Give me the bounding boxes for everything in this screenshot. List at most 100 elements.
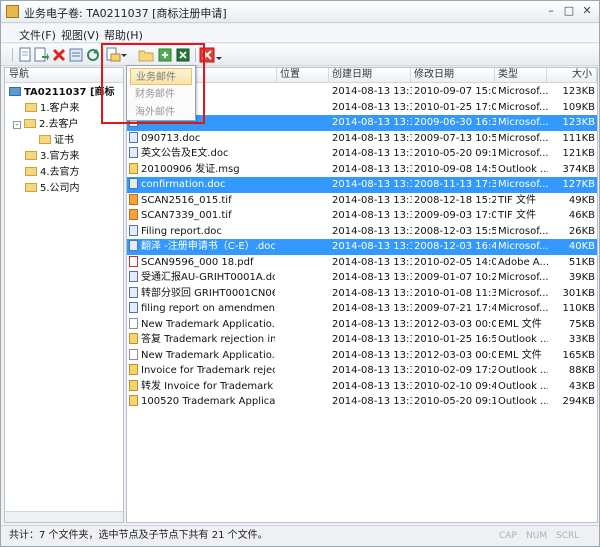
modified-cell: 2009-01-07 10:20 — [414, 272, 496, 283]
table-row[interactable]: New Trademark Applicatio... 2014-08-13 13… — [127, 348, 597, 364]
toolbar — [1, 44, 599, 66]
modified-cell: 2010-09-08 14:56 — [414, 163, 496, 175]
menu-help[interactable]: 帮助(H) — [104, 27, 143, 43]
table-row[interactable]: 100520 Trademark Applicat... 2014-08-13 1… — [127, 394, 597, 410]
folder-icon — [25, 151, 37, 160]
properties-icon[interactable] — [68, 47, 84, 63]
modified-cell: 2010-02-09 17:27 — [414, 365, 496, 376]
tree-item-2[interactable]: -2.去客户 — [13, 118, 79, 132]
folder-icon — [39, 135, 51, 144]
created-cell: 2014-08-13 13:31 — [332, 256, 412, 268]
refresh-icon[interactable] — [85, 47, 101, 63]
type-cell: Microsof... — [498, 272, 548, 283]
size-cell: 39KB — [568, 272, 595, 283]
tree-item-3[interactable]: 3.官方来 — [25, 150, 80, 164]
type-cell: TIF 文件 — [498, 194, 536, 206]
file-name-cell: Filing report.doc — [129, 224, 275, 240]
col-header-size[interactable]: 大小 — [547, 68, 597, 83]
file-doc-icon — [129, 147, 138, 158]
created-cell: 2014-08-13 13:31 — [332, 101, 412, 113]
table-row[interactable]: confirmation.doc 2014-08-13 13:312008-11-… — [127, 177, 597, 193]
tree-item-certificate[interactable]: 证书 — [39, 134, 74, 148]
file-msg-icon — [129, 333, 138, 344]
num-indicator: NUM — [526, 531, 548, 541]
table-row[interactable]: 受通汇报AU-GRIHT0001A.doc 2014-08-13 13:31200… — [127, 270, 597, 286]
file-msg-icon — [129, 364, 138, 375]
table-row[interactable]: Filing report.doc 2014-08-13 13:312008-12… — [127, 224, 597, 240]
created-cell: 2014-08-13 13:31 — [332, 210, 412, 221]
size-cell: 165KB — [562, 349, 595, 361]
toolbar-overflow-icon[interactable] — [215, 47, 223, 63]
folder-icon — [25, 167, 37, 176]
col-header-type[interactable]: 类型 — [495, 68, 547, 83]
close-button[interactable]: ✕ — [579, 4, 595, 19]
table-row[interactable]: filing report on amendment... 2014-08-13 … — [127, 301, 597, 317]
file-name-cell: New Trademark Applicatio... — [129, 348, 275, 364]
tree-root[interactable]: TA0211037 [商标 — [9, 86, 115, 100]
table-row[interactable]: 090713.doc 2014-08-13 13:312009-07-13 10:… — [127, 131, 597, 147]
type-cell: EML 文件 — [498, 349, 542, 361]
table-row[interactable]: SCAN2516_015.tif 2014-08-13 13:312008-12-… — [127, 193, 597, 209]
root-folder-icon — [9, 87, 21, 96]
minimize-button[interactable]: – — [543, 4, 559, 19]
modified-cell: 2012-03-03 00:01 — [414, 318, 496, 330]
horizontal-scrollbar[interactable] — [5, 511, 123, 522]
file-name-cell: SCAN2516_015.tif — [129, 193, 275, 209]
type-cell: Microsof... — [498, 117, 548, 128]
status-bar: 共计：7 个文件夹，选中节点及子节点下共有 21 个文件。 CAP NUM SC… — [1, 525, 599, 546]
tree-item-5[interactable]: 5.公司内 — [25, 182, 80, 196]
type-cell: Microsof... — [498, 225, 548, 237]
file-name-cell: SCAN7339_001.tif — [129, 208, 275, 224]
file-name-cell: confirmation.doc — [129, 177, 275, 193]
created-cell: 2014-08-13 13:31 — [332, 334, 412, 345]
table-row[interactable]: 转部分驳回 GRIHT0001CN06... 2014-08-13 13:3120… — [127, 286, 597, 302]
file-pdf-icon — [129, 255, 138, 267]
file-msg-icon — [129, 162, 138, 174]
menu-file[interactable]: 文件(F) — [19, 27, 56, 43]
table-row[interactable]: New Trademark Applicatio... 2014-08-13 13… — [127, 317, 597, 333]
tree-item-4[interactable]: 4.去官方 — [25, 166, 80, 180]
type-cell: TIF 文件 — [498, 210, 536, 221]
tree-item-1[interactable]: 1.客户来 — [25, 102, 80, 116]
modified-cell: 2012-03-03 00:01 — [414, 349, 496, 361]
table-row[interactable]: 英文公告及E文.doc 2014-08-13 13:312010-05-20 09… — [127, 146, 597, 162]
size-cell: 110KB — [562, 303, 595, 314]
import-doc-icon[interactable] — [33, 47, 49, 63]
type-cell: Microsof... — [498, 132, 548, 144]
modified-cell: 2009-07-13 10:59 — [414, 132, 496, 144]
file-doc-icon — [129, 286, 138, 298]
col-header-location[interactable]: 位置 — [277, 68, 329, 83]
new-doc-icon[interactable] — [17, 47, 33, 63]
file-doc-icon — [129, 224, 138, 236]
file-eml-icon — [129, 317, 138, 329]
table-row[interactable]: SCAN9596_000 18.pdf 2014-08-13 13:312010-… — [127, 255, 597, 271]
modified-cell: 2008-12-03 16:49 — [414, 241, 496, 252]
maximize-button[interactable]: □ — [561, 4, 577, 19]
modified-cell: 2010-01-08 11:37 — [414, 287, 496, 299]
created-cell: 2014-08-13 13:31 — [332, 272, 412, 283]
type-cell: Adobe A... — [498, 256, 548, 268]
menu-view[interactable]: 视图(V) — [61, 27, 99, 43]
file-tif-icon — [129, 209, 138, 220]
modified-cell: 2010-05-20 09:18 — [414, 396, 496, 407]
table-row[interactable]: 转发 Invoice for Trademark ... 2014-08-13 1… — [127, 379, 597, 395]
size-cell: 121KB — [562, 148, 595, 159]
table-row[interactable]: Invoice for Trademark rejec... 2014-08-13… — [127, 363, 597, 379]
modified-cell: 2010-05-20 09:18 — [414, 148, 496, 159]
type-cell: Outlook ... — [498, 396, 548, 407]
table-row[interactable]: SCAN7339_001.tif 2014-08-13 13:312009-09-… — [127, 208, 597, 224]
delete-icon[interactable] — [51, 47, 67, 63]
col-header-modified[interactable]: 修改日期 — [411, 68, 495, 83]
table-row[interactable]: 答复 Trademark rejection in... 2014-08-13 1… — [127, 332, 597, 348]
table-row[interactable]: 20100906 发证.msg 2014-08-13 13:312010-09-0… — [127, 162, 597, 178]
table-row[interactable]: 翻泽 -注册申请书（C-E）.doc 2014-08-13 13:312008-1… — [127, 239, 597, 255]
created-cell: 2014-08-13 13:31 — [332, 86, 412, 97]
type-cell: EML 文件 — [498, 318, 542, 330]
created-cell: 2014-08-13 13:31 — [332, 380, 412, 392]
modified-cell: 2010-01-25 16:53 — [414, 334, 496, 345]
window-title: 业务电子卷: TA0211037 [商标注册申请] — [24, 7, 227, 20]
size-cell: 88KB — [568, 365, 595, 376]
modified-cell: 2010-09-07 15:04 — [414, 86, 496, 97]
expand-icon[interactable]: - — [13, 121, 21, 129]
col-header-created[interactable]: 创建日期 — [329, 68, 411, 83]
